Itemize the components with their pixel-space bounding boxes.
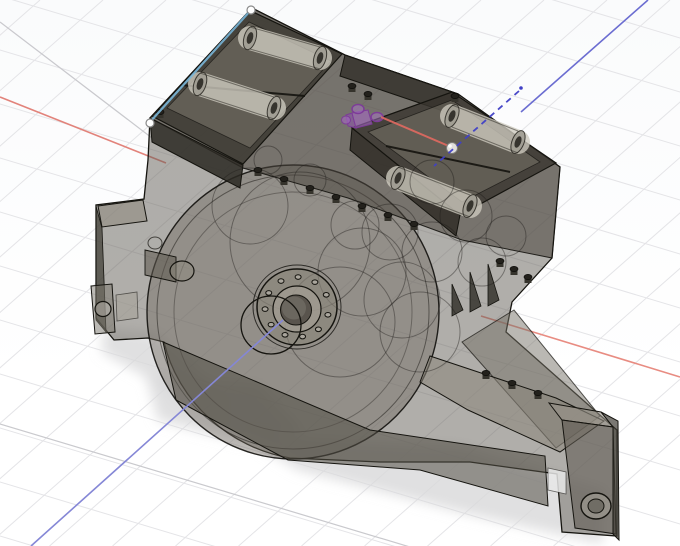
bolt-hole [265, 290, 273, 296]
stud-top [509, 266, 519, 272]
z-axis-upper[interactable] [520, 0, 649, 113]
hidden-axis-dot [519, 86, 523, 90]
joint-ring [351, 103, 365, 115]
stud-top [253, 167, 263, 173]
stud-top [495, 258, 505, 264]
grid-line [551, 0, 680, 39]
edge-endpoint-marker[interactable] [145, 118, 155, 128]
stud-top [409, 221, 419, 227]
post-left-c-cutout[interactable] [94, 300, 112, 318]
cad-viewport[interactable] [0, 0, 680, 546]
viewport-canvas[interactable] [0, 0, 680, 546]
side-port-boss[interactable] [169, 260, 195, 282]
post-left-notch[interactable] [115, 291, 139, 322]
stud-top [363, 91, 373, 97]
edge-endpoint-marker[interactable] [246, 5, 256, 15]
gearbox-assembly-model[interactable] [90, 7, 620, 542]
bolt-hole [324, 311, 332, 318]
bolt-hole [311, 279, 319, 285]
stud-top [383, 212, 393, 218]
grid-line [0, 0, 104, 92]
stud-top [357, 203, 367, 209]
stud-top [279, 176, 289, 182]
grid-line [0, 0, 41, 36]
joint-blob [341, 115, 351, 125]
bolt-hole [261, 306, 269, 312]
bolt-hole [277, 278, 285, 284]
grid-major-line [0, 21, 153, 139]
bolt-hole [322, 291, 330, 298]
joint-origin-ball[interactable] [446, 142, 458, 154]
stud-top [450, 93, 460, 99]
post-right-notch[interactable] [547, 467, 567, 495]
bolt-hole [299, 333, 307, 340]
bolt-hole [314, 326, 322, 333]
stud-top [533, 390, 543, 396]
stud-top [523, 274, 533, 280]
post-right-c-inner[interactable] [587, 498, 605, 514]
stud-top [347, 83, 357, 89]
bolt-hole [281, 332, 289, 338]
stud-top [305, 185, 315, 191]
ball-highlight [448, 144, 452, 148]
stud-top [331, 194, 341, 200]
bolt-hole [294, 274, 302, 280]
bolt-hole [267, 321, 275, 328]
stud-top [481, 370, 491, 376]
stud-top [507, 380, 517, 386]
